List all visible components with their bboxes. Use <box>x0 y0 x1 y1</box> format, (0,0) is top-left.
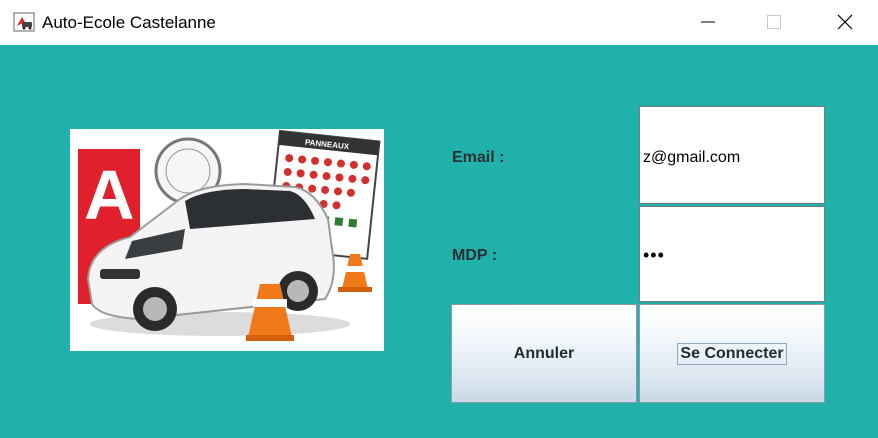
cancel-label: Annuler <box>513 344 575 362</box>
car-driving-school-image: A PANNEAUX <box>70 129 384 351</box>
window-title: Auto-Ecole Castelanne <box>42 13 216 32</box>
password-value: ••• <box>643 245 665 265</box>
minimize-icon <box>701 21 715 23</box>
connect-label: Se Connecter <box>677 342 787 365</box>
email-field[interactable]: z@gmail.com <box>639 106 825 204</box>
password-label: MDP : <box>452 247 498 264</box>
minimize-button[interactable] <box>674 0 744 45</box>
email-label: Email : <box>452 149 505 166</box>
maximize-button[interactable] <box>740 0 810 45</box>
email-value: z@gmail.com <box>643 149 741 166</box>
password-field[interactable]: ••• <box>639 206 825 302</box>
cancel-button[interactable]: Annuler <box>451 304 637 403</box>
connect-button[interactable]: Se Connecter <box>639 304 825 403</box>
maximize-icon <box>767 15 781 29</box>
title-bar: Auto-Ecole Castelanne <box>0 0 878 45</box>
close-icon <box>837 14 853 30</box>
close-button[interactable] <box>810 0 878 45</box>
app-icon[interactable] <box>13 11 35 33</box>
plate-letter: A <box>84 156 135 234</box>
